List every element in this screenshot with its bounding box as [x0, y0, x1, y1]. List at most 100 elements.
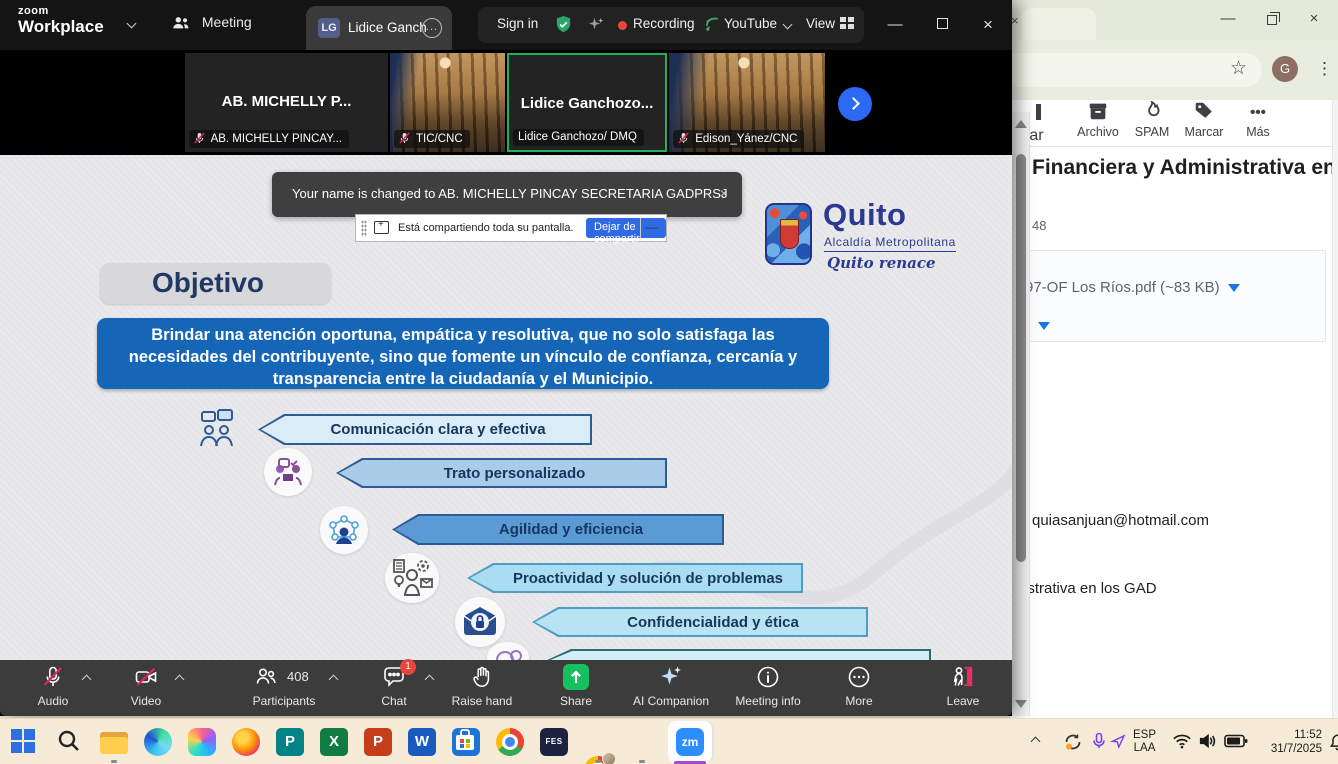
- copilot-icon[interactable]: [188, 728, 216, 756]
- microsoft-store-icon[interactable]: [452, 728, 480, 756]
- location-in-use-icon[interactable]: [1110, 733, 1126, 754]
- tab-lidice-ganchozo[interactable]: LG Lidice Ganch ...: [306, 6, 452, 50]
- start-button[interactable]: [10, 728, 38, 756]
- browser-tab[interactable]: [1022, 8, 1096, 40]
- battery-icon[interactable]: [1224, 734, 1248, 753]
- security-shield-icon[interactable]: [554, 15, 573, 39]
- video-tile-michelly[interactable]: AB. MICHELLY P... AB. MICHELLY PINCAY...: [185, 53, 388, 152]
- raise-hand-button[interactable]: Raise hand: [437, 664, 527, 714]
- browser-close-button[interactable]: ×: [1292, 0, 1336, 38]
- chevron-down-icon[interactable]: [127, 19, 137, 29]
- chat-button[interactable]: 1 Chat: [351, 664, 437, 714]
- attachment-dropdown-icon-2[interactable]: [1038, 322, 1050, 330]
- sign-in-button[interactable]: Sign in: [497, 16, 538, 31]
- file-explorer-icon[interactable]: [100, 728, 128, 756]
- scrollbar[interactable]: [1012, 112, 1030, 716]
- zoom-toolbar: Audio Video 408 Participants 1 Chat: [0, 660, 1012, 716]
- tab-more-icon[interactable]: ...: [422, 18, 442, 38]
- zoom-minimize-button[interactable]: —: [872, 0, 918, 50]
- profile-avatar[interactable]: G: [1272, 56, 1298, 82]
- banner-comunicacion: Comunicación clara y efectiva: [258, 414, 592, 445]
- attachment-box: 97-OF Los Ríos.pdf (~83 KB): [1002, 250, 1326, 342]
- sparkle-icon[interactable]: [586, 15, 605, 39]
- zoom-close-button[interactable]: ×: [965, 0, 1011, 50]
- video-tile-lidice-active[interactable]: Lidice Ganchozo... Lidice Ganchozo/ DMQ: [507, 53, 667, 152]
- mail-action-archive[interactable]: Archivo: [1070, 100, 1126, 139]
- chrome-icon[interactable]: [496, 728, 524, 756]
- omnibox[interactable]: [1010, 53, 1262, 87]
- drag-handle-icon[interactable]: [361, 220, 367, 237]
- edge-icon[interactable]: [144, 728, 172, 756]
- communication-icon: [193, 405, 241, 453]
- scroll-up-icon[interactable]: [1015, 120, 1027, 128]
- proactivity-icon: [385, 553, 439, 603]
- browser-restore-button[interactable]: [1250, 0, 1294, 38]
- zoom-taskbar-button[interactable]: zm: [668, 721, 712, 763]
- tag-icon: [1176, 100, 1232, 124]
- recording-dot-icon: [618, 21, 627, 30]
- view-button[interactable]: View: [806, 16, 835, 31]
- fes-app-icon[interactable]: FES: [540, 728, 568, 756]
- ai-companion-button[interactable]: AI Companion: [621, 664, 721, 714]
- word-icon[interactable]: W: [408, 728, 436, 756]
- youtube-menu[interactable]: YouTube: [724, 16, 777, 31]
- publisher-icon[interactable]: P: [276, 728, 304, 756]
- scroll-down-icon[interactable]: [1015, 700, 1027, 708]
- people-icon: [172, 15, 190, 31]
- chevron-down-icon[interactable]: [783, 20, 793, 30]
- participant-name-chip: AB. MICHELLY PINCAY...: [189, 130, 349, 148]
- audio-button[interactable]: Audio: [10, 664, 96, 714]
- hidden-icons-chevron[interactable]: [1031, 737, 1041, 747]
- tab-meeting[interactable]: Meeting: [172, 14, 252, 31]
- chevron-up-icon[interactable]: [82, 675, 92, 685]
- confidentiality-icon: [455, 597, 505, 647]
- quito-logo: Quito Alcaldía Metropolitana Quito renac…: [765, 203, 965, 273]
- next-participants-button[interactable]: [838, 87, 872, 121]
- right-scroll-gutter: [1332, 100, 1338, 718]
- slide-heading: Objetivo: [100, 263, 331, 304]
- chevron-up-icon[interactable]: [329, 675, 339, 685]
- quito-emblem-icon: [765, 203, 812, 265]
- info-icon: [755, 664, 781, 690]
- rename-toast: Your name is changed to AB. MICHELLY PIN…: [272, 172, 742, 217]
- firefox-icon[interactable]: [232, 728, 260, 756]
- chevron-up-icon[interactable]: [175, 675, 185, 685]
- language-indicator[interactable]: ESPLAA: [1133, 729, 1156, 755]
- video-tile-tic-cnc[interactable]: TIC/CNC: [390, 53, 505, 152]
- mic-in-use-icon[interactable]: [1092, 732, 1106, 755]
- share-bar-minimize-button[interactable]: —: [640, 218, 662, 238]
- powerpoint-icon[interactable]: P: [364, 728, 392, 756]
- email-meta: 48: [1032, 218, 1046, 233]
- chevron-up-icon[interactable]: [425, 675, 435, 685]
- excel-icon[interactable]: X: [320, 728, 348, 756]
- meeting-info-button[interactable]: Meeting info: [721, 664, 815, 714]
- muted-mic-icon: [40, 664, 66, 690]
- leave-button[interactable]: Leave: [921, 664, 1005, 714]
- wifi-icon[interactable]: [1172, 732, 1192, 755]
- attachment-dropdown-icon[interactable]: [1228, 284, 1240, 292]
- scrollbar-thumb[interactable]: [1016, 154, 1026, 562]
- video-tile-edison[interactable]: Edison_Yánez/CNC: [669, 53, 825, 152]
- view-grid-icon[interactable]: [840, 17, 854, 29]
- clock[interactable]: 11:5231/7/2025: [1260, 728, 1322, 757]
- mail-action-spam[interactable]: SPAM: [1124, 100, 1180, 139]
- mail-action-more[interactable]: ••• Más: [1230, 100, 1286, 139]
- search-icon[interactable]: [56, 728, 84, 756]
- share-button[interactable]: Share: [533, 664, 619, 714]
- bookmark-star-icon[interactable]: ☆: [1230, 58, 1252, 80]
- volume-icon[interactable]: [1198, 732, 1218, 755]
- notification-bell-icon[interactable]: z: [1328, 732, 1338, 757]
- tab-close-icon[interactable]: ×: [1011, 13, 1019, 28]
- toast-close-icon[interactable]: ×: [720, 185, 728, 201]
- browser-menu-icon[interactable]: ⋮: [1316, 54, 1333, 84]
- more-button[interactable]: More: [817, 664, 901, 714]
- browser-minimize-button[interactable]: —: [1206, 0, 1250, 38]
- zoom-maximize-button[interactable]: [919, 0, 965, 50]
- attachment-row[interactable]: 97-OF Los Ríos.pdf (~83 KB): [1025, 279, 1240, 296]
- participants-button[interactable]: 408 Participants: [225, 664, 343, 714]
- sync-update-icon[interactable]: [1062, 731, 1084, 758]
- mail-action-mark[interactable]: Marcar: [1176, 100, 1232, 139]
- video-button[interactable]: Video: [103, 664, 189, 714]
- titlebar-status-cluster: Sign in Recording YouTube View: [478, 7, 864, 43]
- tab-initials-badge: LG: [318, 18, 340, 38]
